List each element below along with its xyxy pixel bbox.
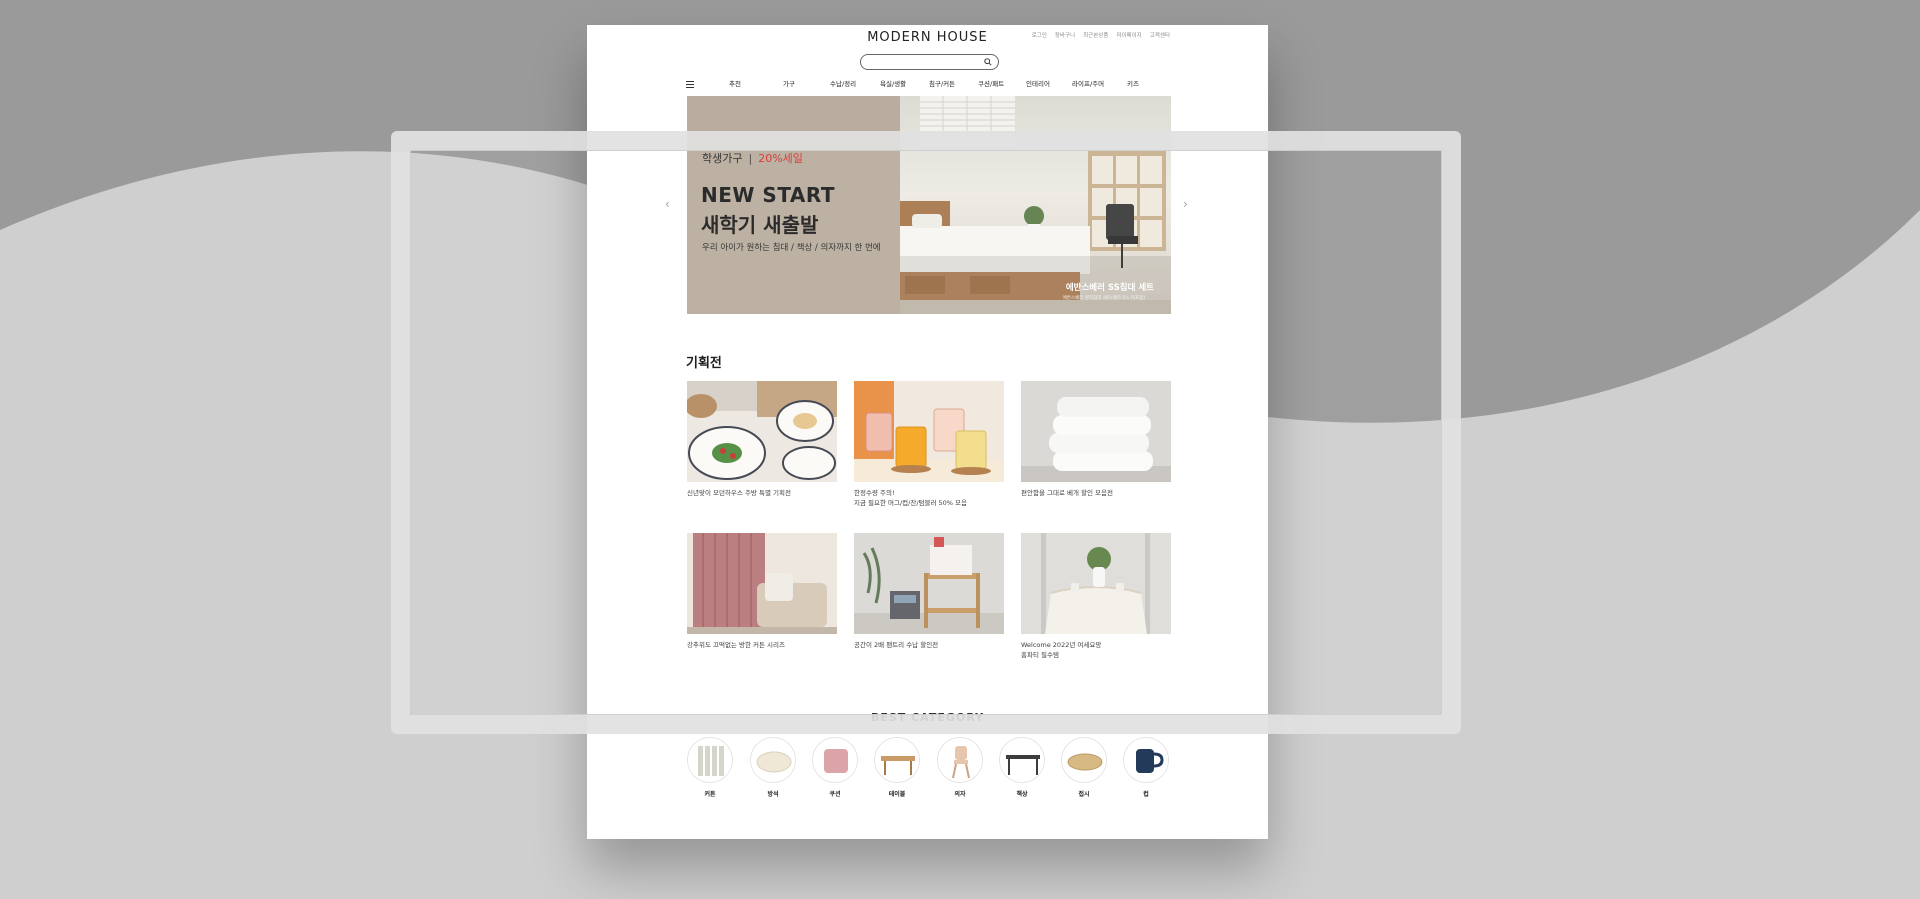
category-curtain[interactable]: 커튼 [686, 737, 734, 798]
nav-item-furniture[interactable]: 가구 [783, 78, 830, 88]
nav-item-bedding[interactable]: 침구/커튼 [929, 78, 978, 88]
search-bar[interactable] [860, 54, 999, 70]
category-cushion[interactable]: 쿠션 [811, 737, 859, 798]
table-icon [875, 738, 919, 782]
main-nav: 추천 가구 수납/정리 욕실/생활 침구/커튼 쿠션/패트 인테리어 라이프/주… [686, 78, 1173, 92]
search-icon[interactable] [984, 58, 992, 66]
category-label: 책상 [1016, 791, 1028, 798]
search-input[interactable] [869, 56, 979, 68]
best-category-row: 커튼 방석 쿠션 테이블 의자 책상 접시 컵 [686, 737, 1174, 798]
plate-icon [1062, 738, 1106, 782]
curtain-icon [688, 738, 732, 782]
category-label: 컵 [1143, 791, 1149, 798]
category-label: 커튼 [704, 791, 716, 798]
category-cup[interactable]: 컵 [1122, 737, 1170, 798]
category-label: 접시 [1078, 791, 1090, 798]
category-label: 방석 [767, 791, 779, 798]
seat-cushion-icon [751, 738, 795, 782]
overlay-frame-inner [410, 150, 1442, 715]
nav-item-kids[interactable]: 키즈 [1127, 78, 1139, 88]
nav-item-life[interactable]: 라이프/주머 [1072, 78, 1127, 88]
logo[interactable]: MODERN HOUSE [587, 30, 1268, 45]
category-desk[interactable]: 책상 [998, 737, 1046, 798]
category-label: 의자 [954, 791, 966, 798]
nav-item-interior[interactable]: 인테리어 [1026, 78, 1072, 88]
category-table[interactable]: 테이블 [873, 737, 921, 798]
category-plate[interactable]: 접시 [1060, 737, 1108, 798]
nav-item-bath[interactable]: 욕실/생활 [880, 78, 929, 88]
desk-icon [1000, 738, 1044, 782]
cushion-icon [813, 738, 857, 782]
cup-icon [1124, 738, 1168, 782]
category-chair[interactable]: 의자 [936, 737, 984, 798]
category-label: 테이블 [888, 791, 906, 798]
nav-item-storage[interactable]: 수납/정리 [830, 78, 880, 88]
category-label: 쿠션 [829, 791, 841, 798]
category-seat-cushion[interactable]: 방석 [749, 737, 797, 798]
nav-item-recommend[interactable]: 추천 [729, 78, 783, 88]
chair-icon [938, 738, 982, 782]
nav-item-cushion[interactable]: 쿠션/패트 [978, 78, 1026, 88]
menu-icon[interactable] [686, 81, 694, 88]
